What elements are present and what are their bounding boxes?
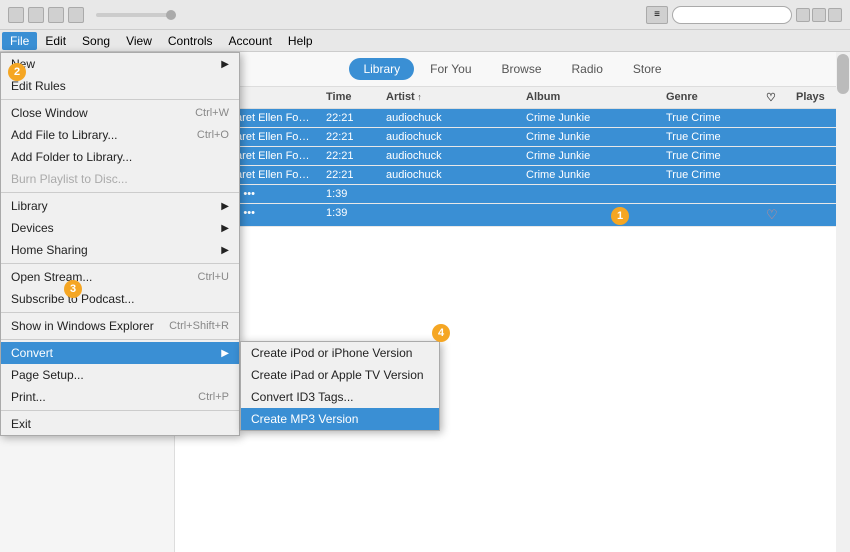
restore-button[interactable] (812, 8, 826, 22)
th-time[interactable]: Time (320, 89, 380, 106)
skip-button[interactable] (68, 7, 84, 23)
menu-item-file[interactable]: File (2, 32, 37, 50)
td-album: Crime Junkie (520, 147, 660, 165)
td-album (520, 204, 660, 226)
td-heart (760, 128, 790, 146)
td-title: Margaret Ellen Fox ••• (205, 147, 320, 165)
scrollbar[interactable] (836, 52, 850, 552)
th-icon (175, 89, 205, 106)
back-button[interactable] (8, 7, 24, 23)
menu-item-view[interactable]: View (118, 32, 160, 50)
sidebar-item-steam[interactable] (0, 60, 174, 66)
tab-radio[interactable]: Radio (558, 58, 617, 80)
td-time: 1:39 (320, 185, 380, 203)
td-artist (380, 185, 520, 203)
table-header: Title Time Artist Album Genre ♡ Plays (175, 87, 850, 109)
table-row[interactable]: ♪ Margaret Ellen Fox ••• 22:21 audiochuc… (175, 128, 850, 147)
menu-item-controls[interactable]: Controls (160, 32, 221, 50)
playlist-button[interactable]: ≡ (646, 6, 668, 24)
td-album: Crime Junkie (520, 128, 660, 146)
menu-item-edit[interactable]: Edit (37, 32, 74, 50)
td-album: Crime Junkie (520, 109, 660, 127)
td-artist: audiochuck (380, 128, 520, 146)
menu-item-help[interactable]: Help (280, 32, 321, 50)
td-time: 22:21 (320, 128, 380, 146)
td-title: Margaret Ellen Fox ••• (205, 166, 320, 184)
title-bar-right: ≡ (646, 6, 842, 24)
close-button[interactable] (828, 8, 842, 22)
td-time: 22:21 (320, 166, 380, 184)
table-row[interactable]: ♪ Margaret Ellen Fox ••• 22:21 audiochuc… (175, 147, 850, 166)
play-button[interactable] (48, 7, 64, 23)
volume-slider[interactable] (96, 13, 176, 17)
td-heart (760, 109, 790, 127)
content-area: LibraryFor YouBrowseRadioStore Title Tim… (175, 52, 850, 552)
td-heart (760, 185, 790, 203)
td-album: Crime Junkie (520, 166, 660, 184)
td-time: 22:21 (320, 147, 380, 165)
th-artist[interactable]: Artist (380, 89, 520, 106)
td-genre (660, 185, 760, 203)
td-artist: audiochuck (380, 109, 520, 127)
td-genre: True Crime (660, 128, 760, 146)
search-box[interactable] (672, 6, 792, 24)
tab-browse[interactable]: Browse (488, 58, 556, 80)
td-title: Margaret Ellen Fox ••• (205, 128, 320, 146)
table-row[interactable]: ♪ Margaret Ellen Fox ••• 22:21 audiochuc… (175, 166, 850, 185)
td-title: …001 ••• (205, 185, 320, 203)
th-heart: ♡ (760, 89, 790, 106)
tab-store[interactable]: Store (619, 58, 676, 80)
volume-slider-thumb (166, 10, 176, 20)
td-artist: audiochuck (380, 147, 520, 165)
td-genre: True Crime (660, 109, 760, 127)
td-title: …001 ••• (205, 204, 320, 226)
table-row[interactable]: ♪ Margaret Ellen Fox ••• 22:21 audiochuc… (175, 109, 850, 128)
td-time: 22:21 (320, 109, 380, 127)
td-icon: ♪ (175, 147, 205, 165)
td-icon: ♪ (175, 128, 205, 146)
tabs-bar: LibraryFor YouBrowseRadioStore (175, 52, 850, 87)
sidebar (0, 52, 175, 552)
tab-library[interactable]: Library (349, 58, 414, 80)
tab-for-you[interactable]: For You (416, 58, 485, 80)
menu-item-song[interactable]: Song (74, 32, 118, 50)
td-genre: True Crime (660, 166, 760, 184)
scroll-thumb[interactable] (837, 54, 849, 94)
td-time: 1:39 (320, 204, 380, 226)
td-artist: audiochuck (380, 166, 520, 184)
th-genre[interactable]: Genre (660, 89, 760, 106)
td-title: Margaret Ellen Fox ••• (205, 109, 320, 127)
table-row[interactable]: ♪ …001 ••• 1:39 ♡ (175, 204, 850, 227)
th-album[interactable]: Album (520, 89, 660, 106)
td-icon: ♪ (175, 109, 205, 127)
td-icon: ♪ (175, 185, 205, 203)
menu-item-account[interactable]: Account (221, 32, 280, 50)
title-bar: ≡ (0, 0, 850, 30)
td-artist (380, 204, 520, 226)
main-area: LibraryFor YouBrowseRadioStore Title Tim… (0, 52, 850, 552)
minimize-button[interactable] (796, 8, 810, 22)
table-row[interactable]: ♪ …001 ••• 1:39 (175, 185, 850, 204)
td-genre (660, 204, 760, 226)
forward-button[interactable] (28, 7, 44, 23)
table-body: ♪ Margaret Ellen Fox ••• 22:21 audiochuc… (175, 109, 850, 227)
menu-bar: FileEditSongViewControlsAccountHelp (0, 30, 850, 52)
td-icon: ♪ (175, 204, 205, 226)
td-icon: ♪ (175, 166, 205, 184)
td-heart (760, 166, 790, 184)
td-heart (760, 147, 790, 165)
td-heart: ♡ (760, 204, 790, 226)
title-bar-left (8, 7, 176, 23)
th-title[interactable]: Title (205, 89, 320, 106)
td-genre: True Crime (660, 147, 760, 165)
td-album (520, 185, 660, 203)
window-controls (796, 8, 842, 22)
